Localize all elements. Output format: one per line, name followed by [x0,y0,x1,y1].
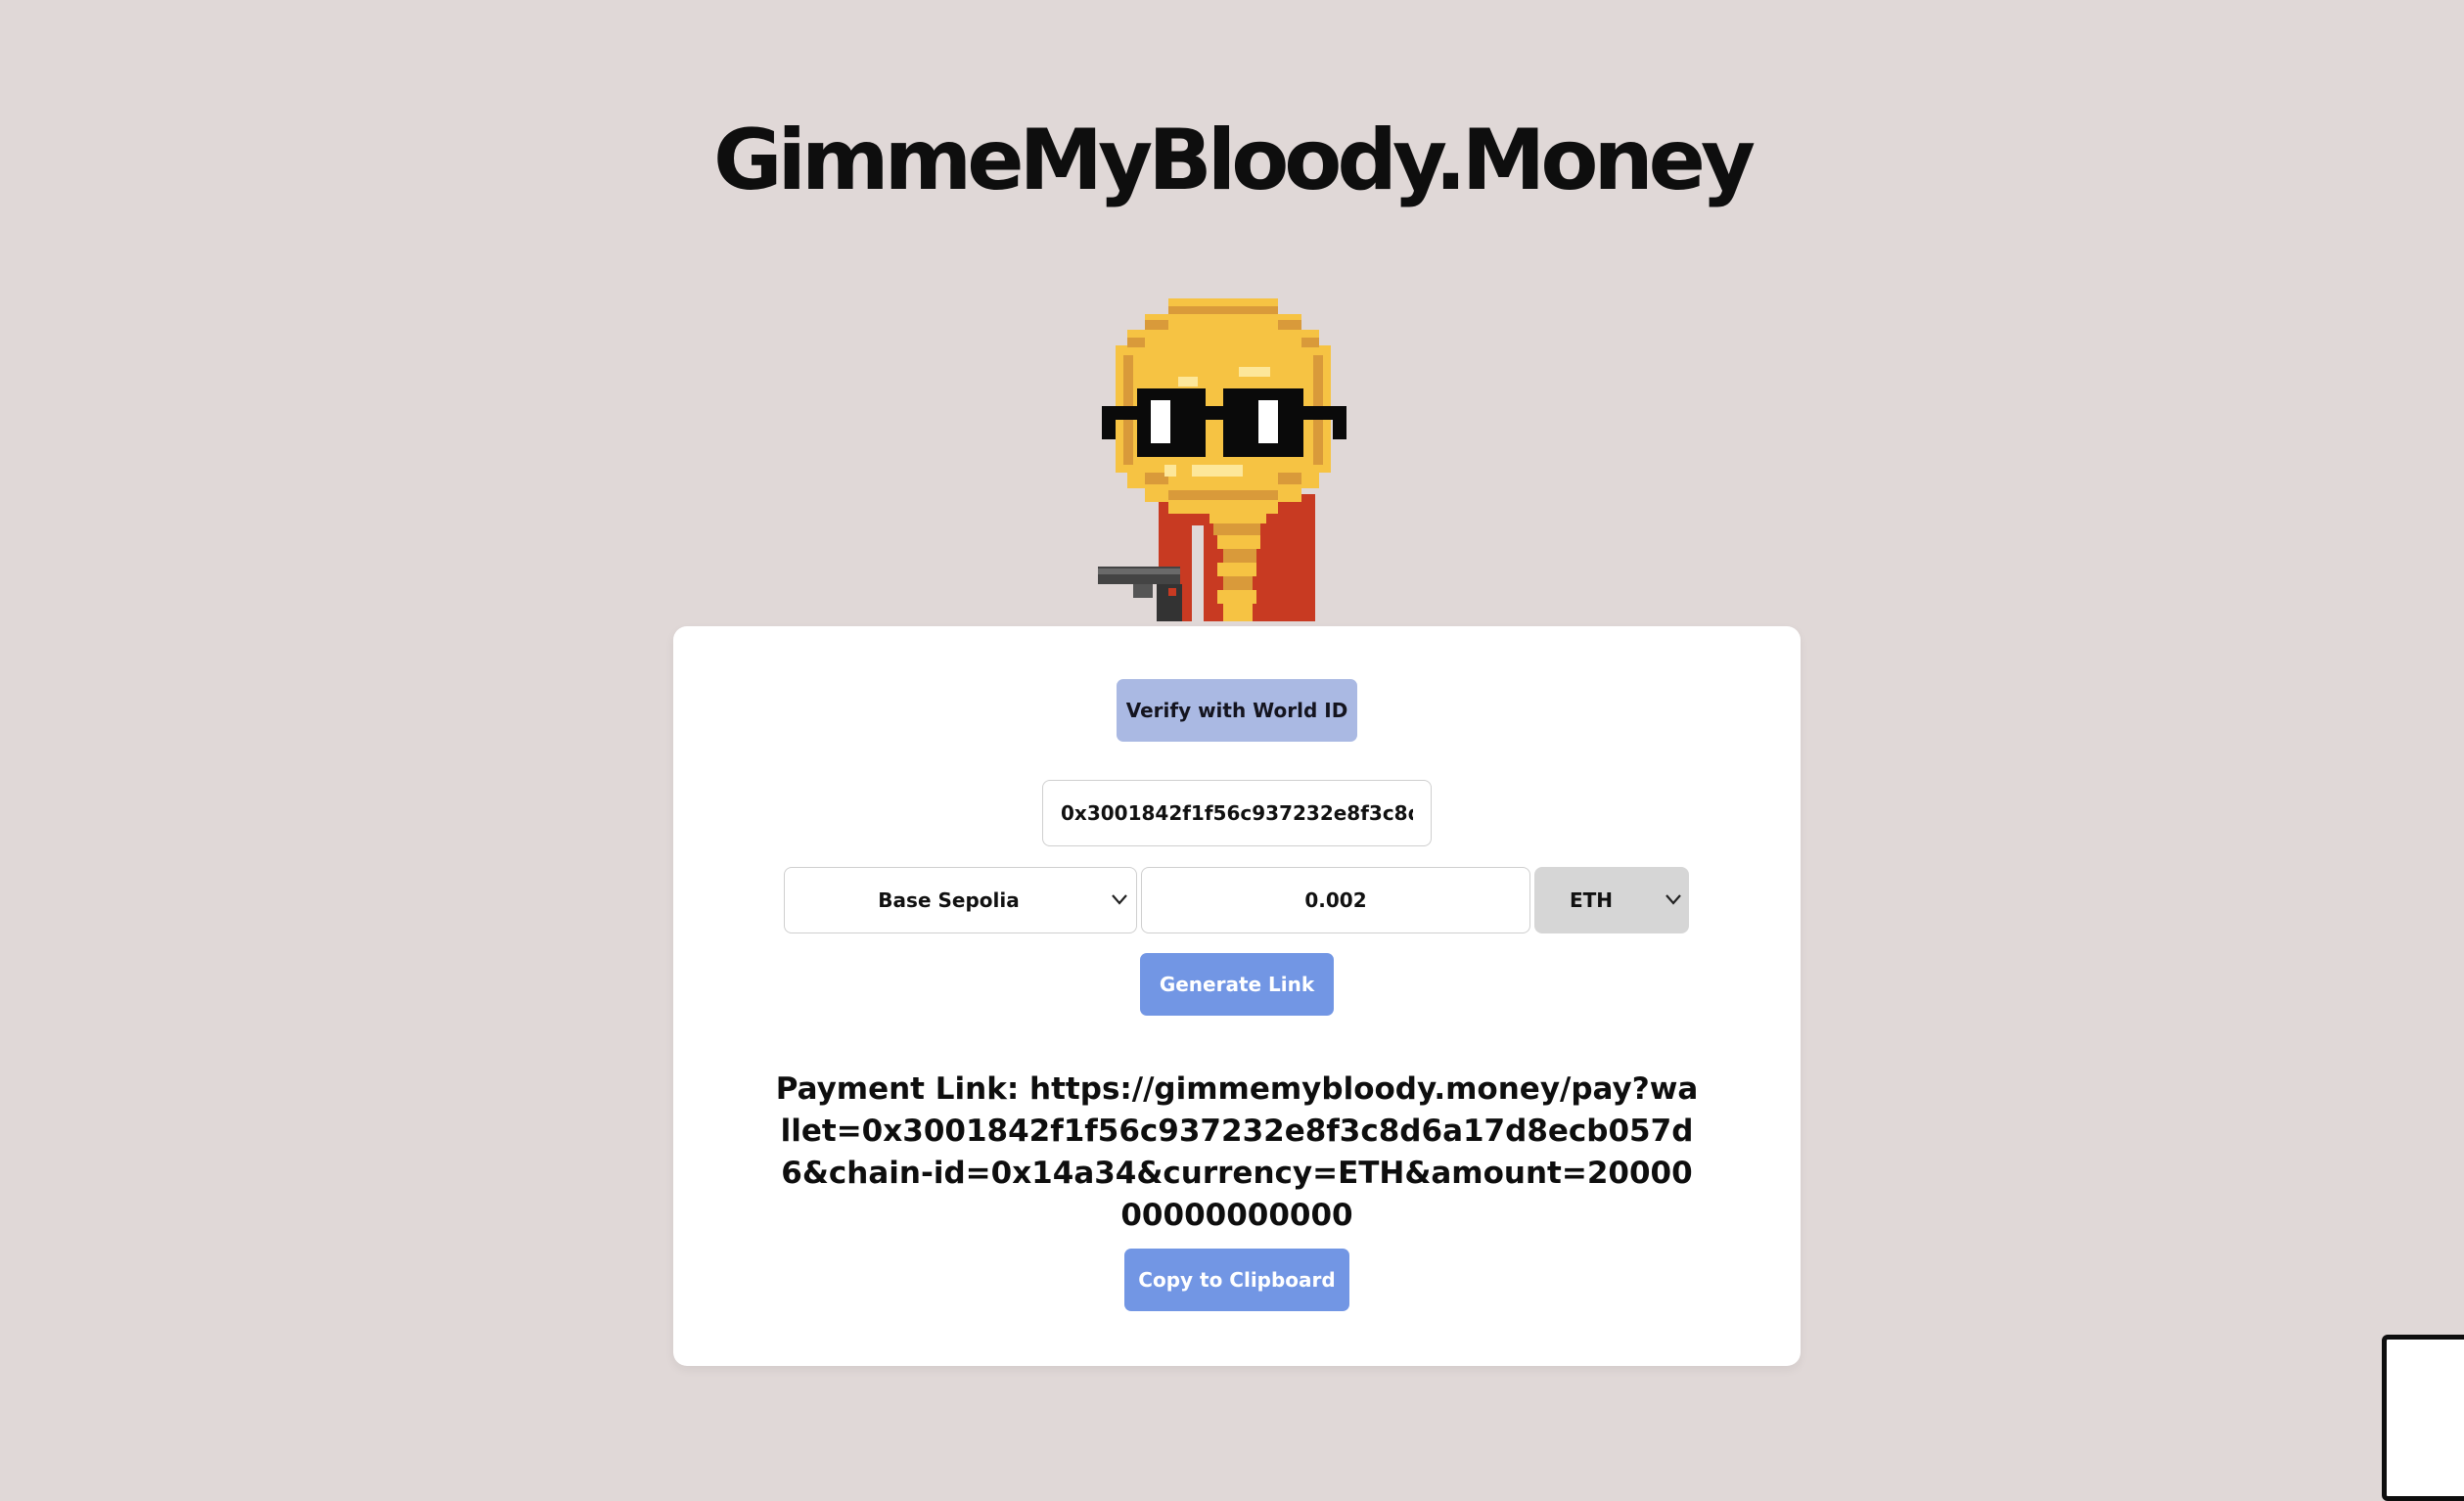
network-select[interactable]: Base Sepolia [784,867,1137,933]
generate-link-button[interactable]: Generate Link [1140,953,1334,1016]
chevron-down-icon [1665,894,1681,905]
wallet-address-value: 0x3001842f1f56c937232e8f3c8d6a17d8ecb057… [1061,801,1413,825]
currency-select[interactable]: ETH [1534,867,1689,933]
amount-value: 0.002 [1304,888,1367,912]
verify-world-id-button[interactable]: Verify with World ID [1117,679,1357,742]
payment-link-text: Payment Link: https://gimmemybloody.mone… [775,1071,1699,1233]
copy-to-clipboard-button[interactable]: Copy to Clipboard [1124,1249,1349,1311]
page-title: GimmeMyBloody.Money [712,112,1756,209]
amount-input[interactable]: 0.002 [1141,867,1530,933]
wallet-address-input[interactable]: 0x3001842f1f56c937232e8f3c8d6a17d8ecb057… [1042,780,1432,846]
network-select-value: Base Sepolia [878,888,1020,912]
chevron-down-icon [1112,894,1127,905]
coin-mascot-image [1098,298,1346,621]
payment-link-card: Verify with World ID 0x3001842f1f56c9372… [673,626,1801,1366]
currency-select-value: ETH [1569,888,1614,912]
corner-widget[interactable] [2382,1335,2464,1501]
